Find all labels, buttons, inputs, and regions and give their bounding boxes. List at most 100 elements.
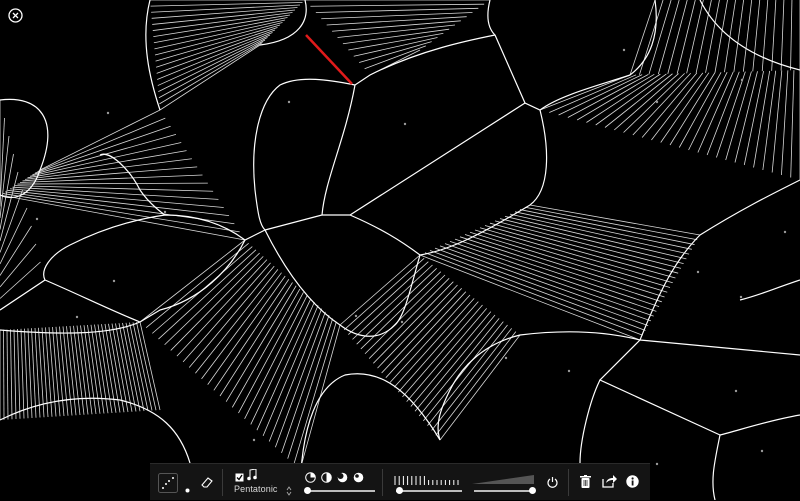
voronoi-cell-edges (0, 0, 800, 500)
string-line (706, 71, 740, 156)
node-dot (760, 449, 764, 453)
string-line (761, 0, 769, 72)
string-line (449, 240, 657, 312)
string-line (52, 326, 61, 417)
string-line (90, 324, 105, 414)
string-line (414, 314, 496, 412)
wedge-circle-icon[interactable] (305, 470, 316, 488)
string-line (170, 256, 264, 351)
share-icon[interactable] (602, 474, 617, 493)
cell-edge (0, 279, 46, 311)
volume-slider-track[interactable] (474, 490, 532, 492)
string-line (697, 71, 734, 153)
voronoi-canvas[interactable] (0, 0, 800, 500)
eraser-icon[interactable] (200, 475, 214, 494)
string-line (10, 329, 13, 420)
string-line (359, 41, 432, 63)
string-line (614, 73, 679, 131)
string-line (348, 32, 444, 51)
tempo-ticks (394, 472, 464, 490)
string-line (752, 0, 761, 72)
string-line (454, 238, 660, 307)
active-string[interactable] (305, 34, 353, 85)
string-line (686, 0, 704, 74)
crescent-icon[interactable] (337, 470, 348, 488)
string-line (244, 295, 308, 419)
string-line (129, 322, 149, 411)
node-dot (567, 369, 571, 373)
volume-ramp (472, 472, 534, 490)
string-line (158, 37, 268, 93)
cell-edge (712, 434, 721, 500)
cell-edge (699, 0, 800, 71)
node-dot (112, 279, 116, 283)
half-moon-icon[interactable] (321, 470, 332, 488)
string-line (97, 324, 113, 414)
string-line (293, 321, 337, 465)
string-line (62, 326, 73, 416)
string-line (20, 328, 25, 419)
string-line (669, 72, 716, 146)
tempo-slider-track[interactable] (396, 490, 462, 492)
node-dot (252, 438, 256, 442)
string-line (410, 311, 492, 407)
bottom-toolbar: Pentatonic (150, 463, 650, 500)
moon-icon[interactable] (353, 470, 364, 488)
string-line (705, 0, 720, 73)
close-icon[interactable] (8, 8, 23, 23)
info-icon[interactable] (626, 475, 639, 493)
cell-edge (719, 414, 800, 436)
cell-edge (639, 339, 800, 356)
string-line (667, 0, 688, 74)
string-line (132, 322, 153, 411)
cell-edge (0, 98, 49, 199)
string-line (418, 318, 500, 417)
string-line (641, 72, 698, 138)
string-line (373, 281, 454, 364)
string-line (360, 271, 442, 350)
string-line (790, 0, 793, 71)
shape-slider-track[interactable] (307, 490, 375, 492)
toolbar-divider (222, 469, 223, 496)
power-icon[interactable] (546, 476, 559, 494)
string-line (753, 70, 771, 168)
string-line (484, 225, 676, 279)
cell-edge (739, 279, 800, 301)
string-line (256, 301, 315, 431)
dot-size-button[interactable] (185, 480, 190, 498)
cell-edge (253, 34, 496, 231)
string-line (790, 70, 795, 178)
volume-slider-knob[interactable] (528, 487, 536, 494)
string-line (429, 250, 646, 331)
string-line (586, 73, 661, 123)
string-line (549, 74, 637, 113)
string-line (539, 74, 631, 111)
cell-edge (322, 102, 526, 216)
cell-edge (43, 214, 266, 281)
string-line (14, 185, 214, 192)
node-dot (35, 217, 39, 221)
scale-stepper-icon[interactable] (286, 483, 292, 501)
string-line (139, 321, 161, 411)
tempo-slider-knob[interactable] (396, 487, 404, 494)
string-line (157, 34, 271, 86)
node-dot (734, 389, 738, 393)
string-line (238, 292, 304, 414)
node-dot (739, 295, 743, 299)
string-line (398, 301, 479, 393)
string-line (151, 7, 298, 19)
string-line (348, 261, 429, 335)
scale-label[interactable]: Pentatonic (234, 484, 278, 494)
string-line (31, 328, 37, 418)
string-line (657, 0, 680, 75)
string-line (159, 42, 263, 105)
string-line (125, 322, 145, 412)
string-line (714, 0, 728, 73)
string-line (780, 0, 785, 71)
volume-ramp-shape (472, 475, 534, 484)
shape-slider-knob[interactable] (304, 487, 311, 494)
string-line (352, 264, 433, 340)
draw-line-tool-button[interactable] (158, 473, 178, 498)
string-line (339, 254, 421, 326)
trash-icon[interactable] (580, 475, 591, 494)
